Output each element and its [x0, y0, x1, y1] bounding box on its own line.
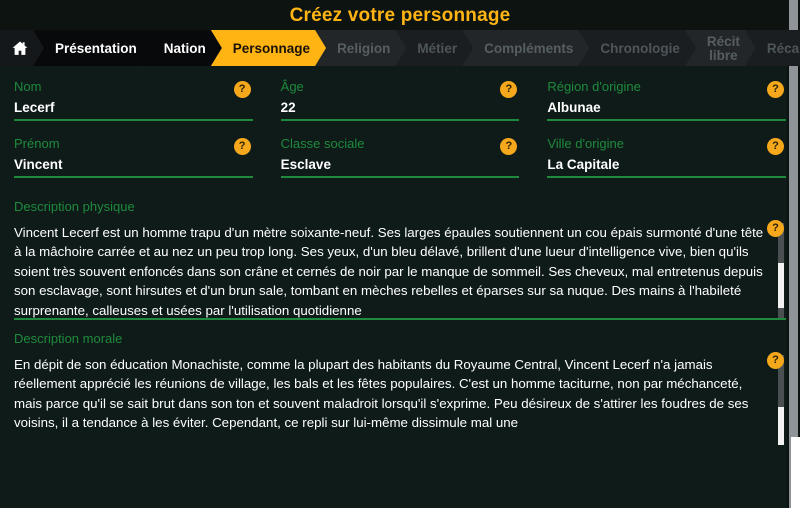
page-scrollbar-track[interactable] [789, 0, 800, 508]
step-chronologie-label: Chronologie [600, 40, 680, 56]
field-region-origine-label: Région d'origine [547, 79, 641, 94]
step-breadcrumb: Présentation Nation Personnage Religion Méti… [0, 30, 800, 66]
field-ville-origine: Ville d'origine La Capitale? [547, 135, 786, 182]
step-presentation[interactable]: Présentation [33, 30, 153, 66]
text-description-physique: Vincent Lecerf est un homme trapu d'un m… [14, 225, 764, 318]
step-personnage[interactable]: Personnage [211, 30, 326, 66]
step-recapitulatif-label: Récapitulatif [766, 40, 800, 56]
field-classe-sociale-input[interactable]: Esclave [280, 153, 520, 178]
field-prenom: Prénom Vincent? [14, 135, 253, 182]
textarea-scroll-thumb-physique[interactable] [778, 262, 784, 309]
field-ville-origine-value: La Capitale [547, 156, 620, 172]
step-religion-label: Religion [337, 40, 391, 56]
field-age-input[interactable]: 22 [280, 96, 520, 121]
step-nation[interactable]: Nation [142, 30, 222, 66]
character-fields: Nom Lecerf? Âge 22? Région d'origine Albunae?… [0, 66, 800, 188]
step-metier-label: Métier [417, 40, 458, 56]
field-classe-sociale-label: Classe sociale [280, 136, 365, 151]
step-nation-label: Nation [163, 40, 206, 56]
field-nom-value: Lecerf [14, 99, 55, 115]
field-region-origine: Région d'origine Albunae? [547, 78, 786, 125]
field-nom: Nom Lecerf? [14, 78, 253, 125]
step-complements-label: Compléments [484, 40, 574, 56]
field-ville-origine-label: Ville d'origine [547, 136, 625, 151]
textarea-description-physique[interactable]: Vincent Lecerf est un homme trapu d'un m… [14, 223, 786, 320]
step-metier[interactable]: Métier [395, 30, 473, 66]
help-icon-field-prenom[interactable]: ? [233, 138, 251, 155]
step-presentation-label: Présentation [55, 40, 137, 56]
field-classe-sociale: Classe sociale Esclave? [280, 135, 520, 182]
page-title: Créez votre personnage [289, 4, 511, 26]
page-header: Créez votre personnage [0, 0, 800, 30]
field-prenom-input[interactable]: Vincent [14, 153, 253, 178]
label-description-morale: Description morale [14, 331, 123, 346]
textarea-description-morale[interactable]: En dépit de son éducation Monachiste, co… [14, 355, 786, 445]
textarea-scroll-thumb-morale[interactable] [778, 407, 784, 445]
label-description-physique: Description physique [14, 199, 135, 214]
field-age-label: Âge [280, 79, 304, 94]
field-nom-label: Nom [14, 79, 42, 94]
step-religion[interactable]: Religion [315, 30, 406, 66]
field-prenom-label: Prénom [14, 136, 60, 151]
text-description-morale: En dépit de son éducation Monachiste, co… [14, 357, 749, 431]
step-recit-libre-label: Récit libre [706, 33, 740, 63]
field-region-origine-input[interactable]: Albunae [547, 96, 786, 121]
help-icon-field-ville-origine[interactable]: ? [767, 138, 784, 155]
help-icon-field-nom[interactable]: ? [233, 81, 251, 98]
field-age: Âge 22? [280, 78, 520, 125]
field-age-value: 22 [280, 99, 296, 115]
textarea-scrollbar-physique[interactable] [778, 223, 784, 318]
field-prenom-value: Vincent [14, 156, 63, 172]
page-scrollbar-thumb[interactable] [791, 436, 800, 508]
block-description-physique: Description physique ? Vincent Lecerf es… [0, 188, 800, 320]
field-ville-origine-input[interactable]: La Capitale [547, 153, 786, 178]
help-icon-field-region-origine[interactable]: ? [767, 81, 784, 98]
help-icon-description-morale[interactable]: ? [767, 352, 784, 369]
help-icon-description-physique[interactable]: ? [767, 220, 784, 237]
page-root: Créez votre personnage Présentation Natio… [0, 0, 800, 508]
home-icon [10, 39, 30, 58]
step-personnage-label: Personnage [232, 40, 311, 56]
field-nom-input[interactable]: Lecerf [14, 96, 253, 121]
field-classe-sociale-value: Esclave [280, 156, 331, 172]
step-complements[interactable]: Compléments [462, 30, 589, 66]
page-scrollbar[interactable] [787, 0, 800, 508]
field-region-origine-value: Albunae [547, 99, 601, 115]
block-description-morale: Description morale ? En dépit de son édu… [0, 320, 800, 445]
step-chronologie[interactable]: Chronologie [578, 30, 696, 66]
textarea-scrollbar-morale[interactable] [778, 355, 784, 445]
